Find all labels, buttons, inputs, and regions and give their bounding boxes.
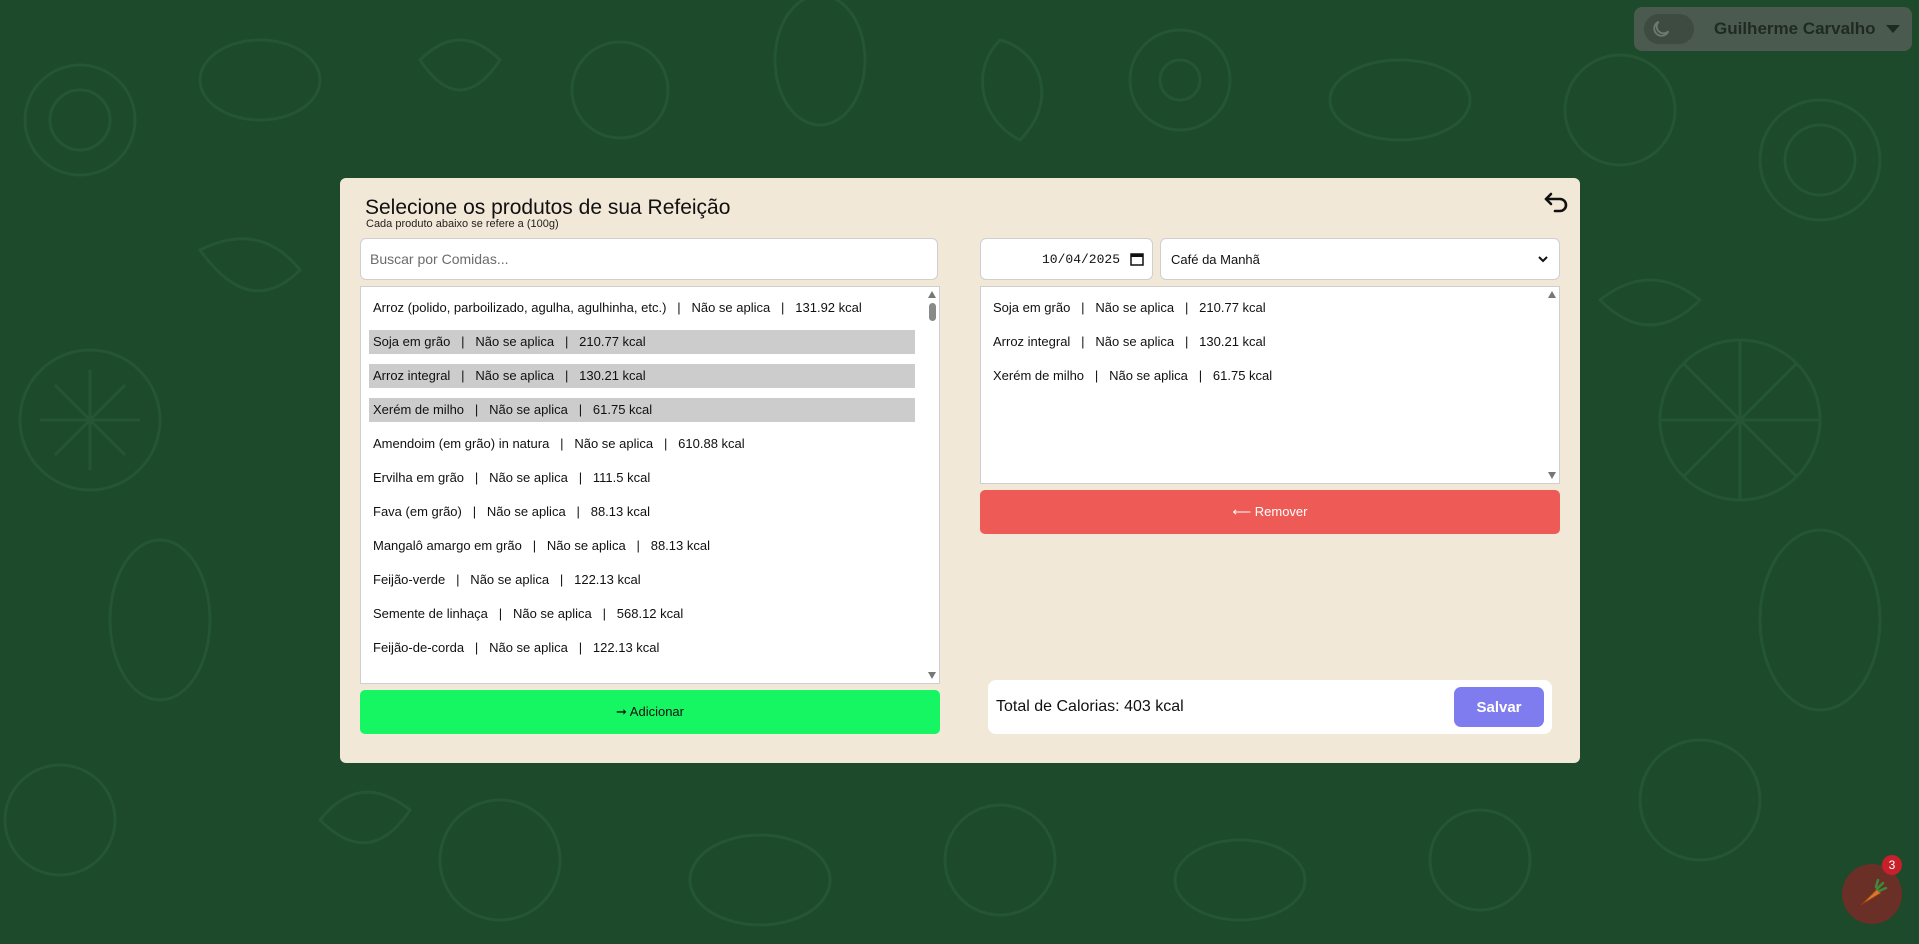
- notification-badge: 3: [1882, 855, 1902, 875]
- scroll-up-arrow-icon[interactable]: [928, 291, 936, 298]
- calendar-icon[interactable]: [1130, 252, 1144, 266]
- modal-title: Selecione os produtos de sua Refeição: [365, 196, 731, 219]
- user-name[interactable]: Guilherme Carvalho: [1714, 19, 1876, 39]
- scrollbar[interactable]: [1545, 287, 1559, 483]
- scrollbar[interactable]: [925, 287, 939, 683]
- food-list-item[interactable]: Semente de linhaça | Não se aplica | 568…: [369, 602, 915, 626]
- food-list-item[interactable]: Feijão-verde | Não se aplica | 122.13 kc…: [369, 568, 915, 592]
- meal-type-value: Café da Manhã: [1171, 251, 1260, 267]
- carrot-icon: [1860, 878, 1888, 906]
- total-panel: Total de Calorias: 403 kcal Salvar: [988, 680, 1552, 734]
- selected-food-item[interactable]: Xerém de milho | Não se aplica | 61.75 k…: [989, 364, 1529, 388]
- save-button[interactable]: Salvar: [1454, 687, 1544, 727]
- scroll-thumb[interactable]: [929, 303, 936, 321]
- scroll-down-arrow-icon[interactable]: [928, 672, 936, 679]
- meal-modal: Selecione os produtos de sua Refeição Ca…: [340, 178, 1580, 763]
- add-button[interactable]: ➞ Adicionar: [360, 690, 940, 734]
- food-list-item[interactable]: Amendoim (em grão) in natura | Não se ap…: [369, 432, 915, 456]
- selected-foods-list[interactable]: Soja em grão | Não se aplica | 210.77 kc…: [980, 286, 1560, 484]
- total-calories: Total de Calorias: 403 kcal: [996, 698, 1184, 715]
- food-list-item[interactable]: Arroz integral | Não se aplica | 130.21 …: [369, 364, 915, 388]
- food-list-item[interactable]: Feijão-de-corda | Não se aplica | 122.13…: [369, 636, 915, 660]
- date-input[interactable]: 10/04/2025: [980, 238, 1153, 280]
- selected-food-item[interactable]: Arroz integral | Não se aplica | 130.21 …: [989, 330, 1529, 354]
- chevron-down-icon: [1538, 256, 1548, 263]
- food-list-item[interactable]: Fava (em grão) | Não se aplica | 88.13 k…: [369, 500, 915, 524]
- chevron-down-icon[interactable]: [1885, 25, 1900, 33]
- food-list-item[interactable]: Soja em grão | Não se aplica | 210.77 kc…: [369, 330, 915, 354]
- moon-icon: [1653, 20, 1670, 37]
- food-list-item[interactable]: Arroz (polido, parboilizado, agulha, agu…: [369, 296, 915, 320]
- meal-type-select[interactable]: Café da Manhã: [1160, 238, 1560, 280]
- food-list-item[interactable]: Ervilha em grão | Não se aplica | 111.5 …: [369, 466, 915, 490]
- food-list-item[interactable]: Xerém de milho | Não se aplica | 61.75 k…: [369, 398, 915, 422]
- modal-subtitle: Cada produto abaixo se refere a (100g): [366, 218, 559, 230]
- theme-toggle[interactable]: [1644, 14, 1694, 44]
- selected-food-item[interactable]: Soja em grão | Não se aplica | 210.77 kc…: [989, 296, 1529, 320]
- food-list[interactable]: Arroz (polido, parboilizado, agulha, agu…: [360, 286, 940, 684]
- remove-button[interactable]: ⟵ Remover: [980, 490, 1560, 534]
- undo-icon[interactable]: [1543, 188, 1571, 216]
- search-input[interactable]: [360, 238, 938, 280]
- food-list-item[interactable]: Mangalô amargo em grão | Não se aplica |…: [369, 534, 915, 558]
- user-menu[interactable]: Guilherme Carvalho: [1634, 7, 1912, 51]
- scroll-up-arrow-icon[interactable]: [1548, 291, 1556, 298]
- scroll-down-arrow-icon[interactable]: [1548, 472, 1556, 479]
- date-value: 10/04/2025: [1041, 251, 1120, 267]
